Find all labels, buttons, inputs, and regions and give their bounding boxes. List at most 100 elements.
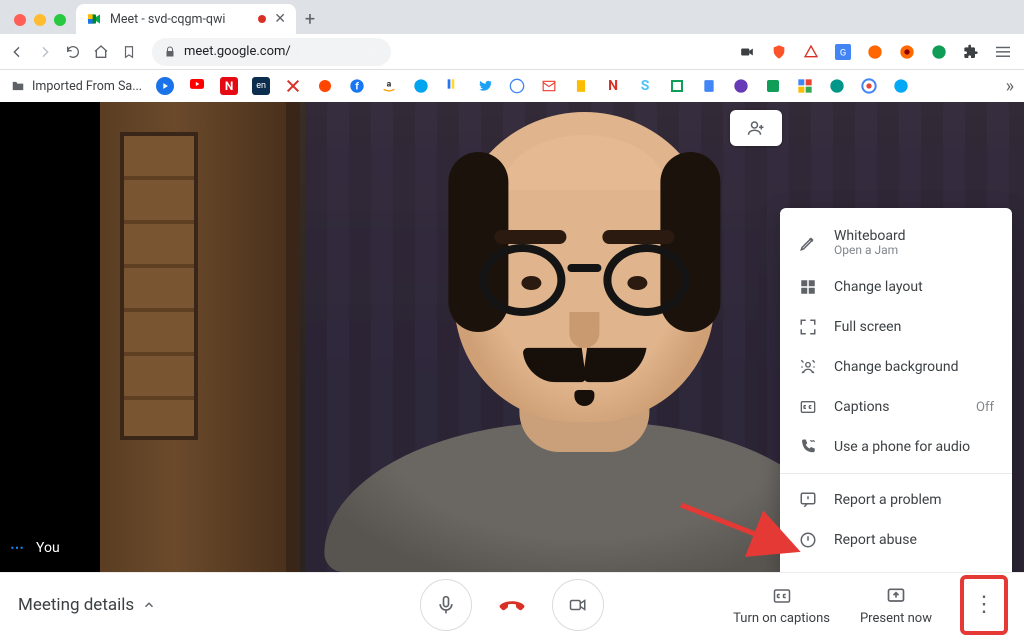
maximize-window-icon[interactable] (54, 14, 66, 26)
bookmark-icon[interactable] (284, 77, 302, 95)
extension-icon[interactable] (898, 43, 916, 61)
meeting-details-label: Meeting details (18, 595, 134, 615)
bookmark-icon[interactable] (444, 77, 462, 95)
bookmark-icon[interactable] (412, 77, 430, 95)
meeting-details-button[interactable]: Meeting details (18, 595, 156, 615)
svg-text:G: G (840, 47, 846, 58)
browser-tab[interactable]: Meet - svd-cqgm-qwi ✕ (76, 4, 296, 34)
bookmark-icon[interactable] (188, 77, 206, 95)
bookmark-icon[interactable] (668, 77, 686, 95)
bookmark-icon[interactable] (572, 77, 590, 95)
extension-icon[interactable] (930, 43, 948, 61)
bookmark-icon[interactable]: en (252, 77, 270, 95)
hangup-icon (497, 590, 527, 620)
toggle-camera-button[interactable] (552, 579, 604, 631)
tile-options-icon[interactable]: ⋯ (10, 540, 26, 556)
turn-on-captions-button[interactable]: Turn on captions (733, 585, 830, 626)
extension-icon[interactable] (866, 43, 884, 61)
new-tab-button[interactable]: + (296, 9, 324, 34)
bookmark-icon[interactable] (860, 77, 878, 95)
toolbar: meet.google.com/ G (0, 34, 1024, 70)
present-icon (885, 585, 907, 607)
people-button[interactable] (730, 110, 782, 146)
mic-icon (436, 594, 456, 616)
chevron-up-icon (142, 598, 156, 612)
tab-strip: Meet - svd-cqgm-qwi ✕ + (0, 0, 1024, 34)
lock-icon (164, 45, 176, 59)
bookmark-icon[interactable] (732, 77, 750, 95)
present-now-button[interactable]: Present now (860, 585, 932, 626)
captions-label: Turn on captions (733, 611, 830, 626)
folder-icon (10, 79, 26, 93)
reload-button[interactable] (64, 43, 82, 61)
bookmark-icon[interactable] (892, 77, 910, 95)
bookmark-icon[interactable]: a (380, 77, 398, 95)
extension-icon[interactable] (802, 43, 820, 61)
bookmarks-overflow-icon[interactable]: » (1006, 76, 1014, 97)
mute-mic-button[interactable] (420, 579, 472, 631)
bookmark-icon[interactable] (700, 77, 718, 95)
menu-item-phone-audio[interactable]: Use a phone for audio (780, 427, 1012, 467)
bookmark-icon[interactable]: N (220, 77, 238, 95)
captions-icon (798, 397, 818, 417)
call-controls (420, 579, 604, 631)
menu-item-troubleshooting[interactable]: Troubleshooting & help (780, 560, 1012, 572)
menu-item-report-problem[interactable]: Report a problem (780, 480, 1012, 520)
meet-logo-icon (86, 11, 102, 27)
back-button[interactable] (8, 43, 26, 61)
minimize-window-icon[interactable] (34, 14, 46, 26)
bookmark-icon[interactable]: f (348, 77, 366, 95)
bookmark-folder-label: Imported From Sa... (32, 79, 142, 94)
video-stage: ⋯ You Whiteboard Open a Jam Change layou… (0, 102, 1024, 572)
layout-icon (798, 277, 818, 297)
bookmark-icon[interactable] (476, 77, 494, 95)
home-button[interactable] (92, 43, 110, 61)
menu-label: Full screen (834, 319, 901, 335)
menu-item-full-screen[interactable]: Full screen (780, 307, 1012, 347)
bookmark-icon[interactable] (540, 77, 558, 95)
close-window-icon[interactable] (14, 14, 26, 26)
more-options-button[interactable]: ⋮ (962, 577, 1006, 633)
address-bar[interactable]: meet.google.com/ (152, 38, 391, 66)
menu-label: Change layout (834, 279, 923, 295)
bookmark-icon[interactable] (316, 77, 334, 95)
menu-label: Change background (834, 359, 959, 375)
camera-indicator-icon[interactable] (738, 43, 756, 61)
menu-item-whiteboard[interactable]: Whiteboard Open a Jam (780, 218, 1012, 267)
background-icon (798, 357, 818, 377)
self-label[interactable]: ⋯ You (10, 540, 60, 556)
menu-label: Use a phone for audio (834, 439, 970, 455)
more-options-menu: Whiteboard Open a Jam Change layout Full… (780, 208, 1012, 572)
menu-item-change-background[interactable]: Change background (780, 347, 1012, 387)
recording-indicator-icon (258, 15, 266, 23)
menu-label: Report abuse (834, 532, 917, 548)
menu-item-change-layout[interactable]: Change layout (780, 267, 1012, 307)
extensions-menu-icon[interactable] (962, 43, 980, 61)
bookmark-folder[interactable]: Imported From Sa... (10, 79, 142, 94)
window-controls[interactable] (8, 14, 76, 34)
troubleshoot-icon (798, 570, 818, 572)
brave-shields-icon[interactable] (770, 43, 788, 61)
browser-menu-icon[interactable] (994, 43, 1012, 61)
forward-button[interactable] (36, 43, 54, 61)
bookmarks-bar: Imported From Sa... N en f a N S » (0, 70, 1024, 102)
fullscreen-icon (798, 317, 818, 337)
menu-label: Whiteboard (834, 228, 906, 244)
bookmark-icon[interactable]: N (604, 77, 622, 95)
report-abuse-icon (798, 530, 818, 550)
menu-item-captions[interactable]: Captions Off (780, 387, 1012, 427)
close-tab-icon[interactable]: ✕ (274, 11, 286, 27)
bookmark-icon[interactable]: S (636, 77, 654, 95)
bookmark-icon[interactable] (156, 77, 174, 95)
bottom-bar: Meeting details Turn on captions Present… (0, 572, 1024, 637)
svg-text:f: f (355, 81, 359, 92)
menu-item-report-abuse[interactable]: Report abuse (780, 520, 1012, 560)
bookmark-icon[interactable] (796, 77, 814, 95)
extension-icon[interactable]: G (834, 43, 852, 61)
bookmark-icon[interactable] (764, 77, 782, 95)
captions-state: Off (976, 400, 994, 415)
leave-call-button[interactable] (486, 579, 538, 631)
bookmark-button[interactable] (120, 43, 138, 61)
bookmark-icon[interactable] (508, 77, 526, 95)
bookmark-icon[interactable] (828, 77, 846, 95)
